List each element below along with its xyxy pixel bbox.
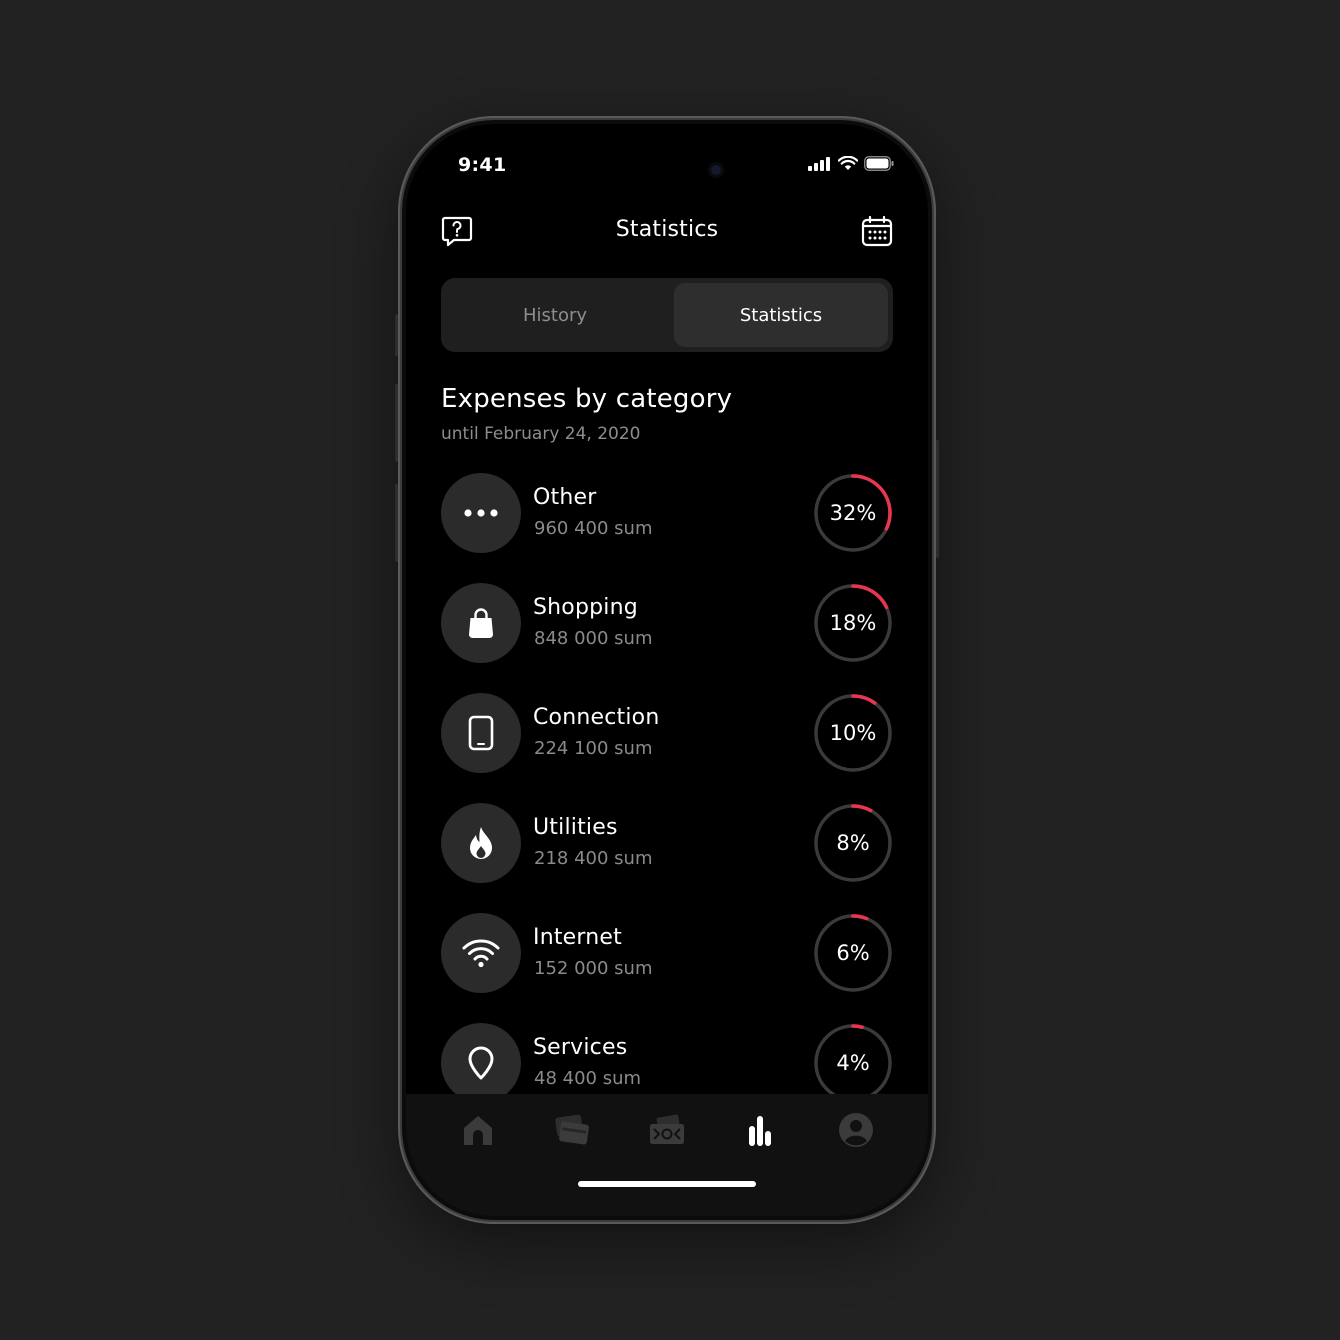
profile-icon [839,1113,873,1147]
phone-screen: 9:41 Statistics History Statistics Expen… [406,124,928,1216]
category-icon-circle [441,913,521,993]
home-indicator[interactable] [578,1181,756,1187]
category-amount: 960 400 sum [534,518,653,539]
category-row-internet[interactable]: Internet 152 000 sum 6% [441,913,893,993]
nav-statistics[interactable] [739,1108,783,1152]
calendar-icon [861,215,893,247]
category-amount: 152 000 sum [534,958,653,979]
category-icon-circle [441,473,521,553]
category-amount: 848 000 sum [534,628,653,649]
cards-icon [555,1114,589,1145]
percent-label: 4% [836,1051,870,1075]
section-subtitle: until February 24, 2020 [441,424,641,444]
battery-icon [864,156,894,171]
category-amount: 48 400 sum [534,1068,642,1089]
more-dots-icon [464,509,498,517]
category-name: Utilities [533,815,618,840]
category-row-services[interactable]: Services 48 400 sum 4% [441,1023,893,1103]
wifi-icon [462,939,500,968]
category-icon-circle [441,803,521,883]
status-icons [808,156,894,171]
percent-label: 18% [829,611,877,635]
bottom-nav [406,1094,928,1216]
category-name: Other [533,485,597,510]
cellular-signal-icon [808,156,830,171]
percent-label: 10% [829,721,877,745]
section-title: Expenses by category [441,384,733,414]
segmented-control: History Statistics [441,278,893,352]
calendar-button[interactable] [860,214,894,248]
location-pin-icon [468,1046,494,1080]
statistics-icon [749,1116,771,1146]
payments-icon [650,1114,684,1144]
tab-history[interactable]: History [445,283,665,347]
percent-label: 32% [829,501,877,525]
percent-label: 8% [836,831,870,855]
nav-cards[interactable] [550,1108,594,1152]
page-title: Statistics [615,217,719,242]
flame-icon [470,827,492,859]
category-icon-circle [441,583,521,663]
category-row-connection[interactable]: Connection 224 100 sum 10% [441,693,893,773]
nav-payments[interactable] [645,1108,689,1152]
category-name: Shopping [533,595,638,620]
category-icon-circle [441,693,521,773]
shopping-bag-icon [469,608,493,638]
percent-label: 6% [836,941,870,965]
nav-profile[interactable] [834,1108,878,1152]
status-time: 9:41 [458,154,507,176]
front-camera [708,162,724,178]
category-row-shopping[interactable]: Shopping 848 000 sum 18% [441,583,893,663]
category-amount: 224 100 sum [534,738,653,759]
nav-home[interactable] [456,1108,500,1152]
wifi-status-icon [838,156,858,170]
category-name: Internet [533,925,622,950]
category-name: Connection [533,705,660,730]
category-name: Services [533,1035,628,1060]
category-row-other[interactable]: Other 960 400 sum 32% [441,473,893,553]
tab-statistics[interactable]: Statistics [674,283,888,347]
category-amount: 218 400 sum [534,848,653,869]
category-row-utilities[interactable]: Utilities 218 400 sum 8% [441,803,893,883]
category-icon-circle [441,1023,521,1103]
phone-icon [468,715,494,751]
home-icon [464,1116,492,1145]
